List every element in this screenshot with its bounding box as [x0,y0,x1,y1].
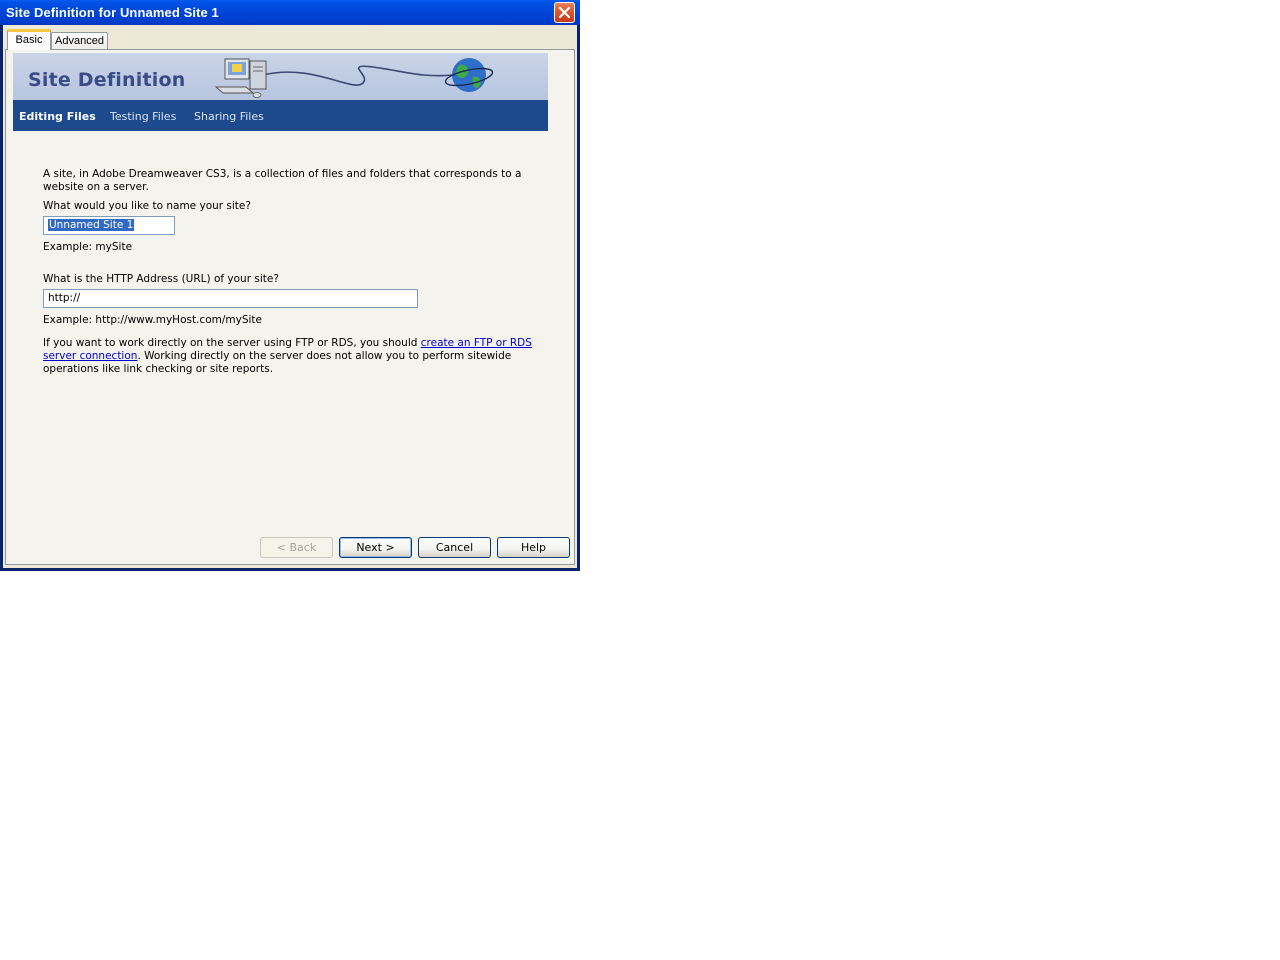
banner-illustration [214,58,494,98]
site-name-value: Unnamed Site 1 [48,219,135,231]
site-definition-banner: Site Definition [13,53,548,100]
subnav-testing-files[interactable]: Testing Files [110,110,176,123]
site-url-example: Example: http://www.myHost.com/mySite [43,314,262,326]
close-icon [558,6,571,19]
computer-icon [214,58,267,98]
site-url-label: What is the HTTP Address (URL) of your s… [43,273,279,285]
help-button[interactable]: Help [497,537,570,558]
dialog-client-area: Basic Advanced Site Definition Editing F… [3,25,577,568]
ftp-note-line-2: server connection. Working directly on t… [43,350,511,363]
globe-icon [444,58,494,92]
next-button[interactable]: Next > [339,537,412,558]
site-name-example: Example: mySite [43,241,133,253]
site-definition-dialog: Site Definition for Unnamed Site 1 Basic… [0,0,580,571]
site-name-label: What would you like to name your site? [43,200,251,212]
ftp-note-text-1: If you want to work directly on the serv… [43,337,421,349]
back-button[interactable]: < Back [260,537,333,558]
site-url-value: http:// [48,292,81,304]
intro-text-line-1: A site, in Adobe Dreamweaver CS3, is a c… [43,168,522,180]
site-name-input[interactable]: Unnamed Site 1 [43,216,175,235]
site-url-input[interactable]: http:// [43,289,418,308]
section-subnav: Editing Files Testing Files Sharing File… [13,100,548,131]
ftp-connection-link-part-1[interactable]: create an FTP or RDS [421,337,532,349]
tab-basic[interactable]: Basic [7,29,51,50]
ftp-note-line-3: operations like link checking or site re… [43,363,274,375]
intro-text-line-2: website on a server. [43,181,149,193]
subnav-sharing-files[interactable]: Sharing Files [194,110,264,123]
ftp-note-line-1: If you want to work directly on the serv… [43,337,532,350]
cable-icon [262,65,454,86]
window-title: Site Definition for Unnamed Site 1 [6,5,219,20]
ftp-note-text-2: . Working directly on the server does no… [137,350,512,362]
tab-panel: Site Definition Editing Files Testing Fi… [5,49,575,565]
subnav-editing-files[interactable]: Editing Files [19,110,96,123]
ftp-connection-link-part-2[interactable]: server connection [43,350,137,362]
cancel-button[interactable]: Cancel [418,537,491,558]
close-button[interactable] [554,2,575,23]
title-bar[interactable]: Site Definition for Unnamed Site 1 [0,0,580,25]
tab-advanced[interactable]: Advanced [51,32,108,50]
